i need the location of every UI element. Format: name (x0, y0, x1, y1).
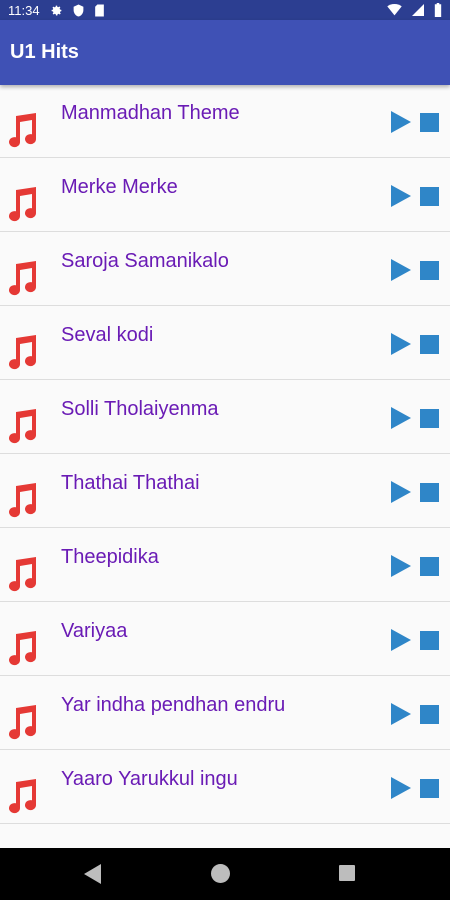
navigation-bar (0, 848, 450, 900)
song-title: Yaaro Yarukkul ingu (61, 768, 238, 790)
song-row[interactable]: Variyaa (0, 602, 450, 676)
song-row[interactable]: Solli Tholaiyenma (0, 380, 450, 454)
song-title: Manmadhan Theme (61, 102, 240, 124)
song-title: Theepidika (61, 546, 159, 568)
song-row[interactable]: Saroja Samanikalo (0, 232, 450, 306)
sd-card-icon (94, 4, 105, 17)
play-icon[interactable] (390, 333, 412, 355)
stop-icon[interactable] (420, 705, 439, 724)
song-title: Seval kodi (61, 324, 154, 346)
music-note-icon (4, 334, 38, 370)
play-icon[interactable] (390, 185, 412, 207)
song-title: Variyaa (61, 620, 128, 642)
back-icon[interactable] (84, 864, 102, 889)
signal-icon (412, 4, 424, 16)
song-row[interactable]: Thathai Thathai (0, 454, 450, 528)
play-icon[interactable] (390, 555, 412, 577)
song-list[interactable]: Manmadhan Theme Merke Merke Saroja Saman… (0, 85, 450, 848)
play-icon[interactable] (390, 629, 412, 651)
wifi-icon (387, 4, 402, 16)
play-icon[interactable] (390, 111, 412, 133)
play-icon[interactable] (390, 703, 412, 725)
recents-icon[interactable] (339, 865, 355, 881)
song-title: Thathai Thathai (61, 472, 200, 494)
music-note-icon (4, 704, 38, 740)
music-note-icon (4, 630, 38, 666)
stop-icon[interactable] (420, 631, 439, 650)
home-icon[interactable] (211, 864, 230, 883)
shield-icon (73, 4, 84, 17)
song-row[interactable]: Seval kodi (0, 306, 450, 380)
stop-icon[interactable] (420, 779, 439, 798)
stop-icon[interactable] (420, 187, 439, 206)
music-note-icon (4, 482, 38, 518)
status-left: 11:34 (8, 3, 105, 18)
status-icons (387, 3, 442, 17)
stop-icon[interactable] (420, 261, 439, 280)
song-row[interactable]: Merke Merke (0, 158, 450, 232)
stop-icon[interactable] (420, 483, 439, 502)
song-title: Yar indha pendhan endru (61, 694, 286, 716)
music-note-icon (4, 778, 38, 814)
music-note-icon (4, 186, 38, 222)
music-note-icon (4, 556, 38, 592)
stop-icon[interactable] (420, 335, 439, 354)
song-row[interactable]: Theepidika (0, 528, 450, 602)
song-title: Merke Merke (61, 176, 178, 198)
status-bar: 11:34 (0, 0, 450, 20)
status-time: 11:34 (8, 2, 40, 18)
song-title: Saroja Samanikalo (61, 250, 229, 272)
music-note-icon (4, 260, 38, 296)
song-row[interactable]: Yaaro Yarukkul ingu (0, 750, 450, 824)
stop-icon[interactable] (420, 557, 439, 576)
song-title: Solli Tholaiyenma (61, 398, 219, 420)
play-icon[interactable] (390, 259, 412, 281)
app-title: U1 Hits (10, 41, 79, 63)
stop-icon[interactable] (420, 409, 439, 428)
stop-icon[interactable] (420, 113, 439, 132)
play-icon[interactable] (390, 481, 412, 503)
song-row[interactable]: Manmadhan Theme (0, 85, 450, 158)
app-bar: U1 Hits (0, 20, 450, 85)
music-note-icon (4, 112, 38, 148)
music-note-icon (4, 408, 38, 444)
play-icon[interactable] (390, 777, 412, 799)
battery-icon (434, 3, 442, 17)
song-row[interactable]: Yar indha pendhan endru (0, 676, 450, 750)
song-list-inner: Manmadhan Theme Merke Merke Saroja Saman… (0, 85, 450, 824)
gear-icon (50, 4, 63, 17)
play-icon[interactable] (390, 407, 412, 429)
